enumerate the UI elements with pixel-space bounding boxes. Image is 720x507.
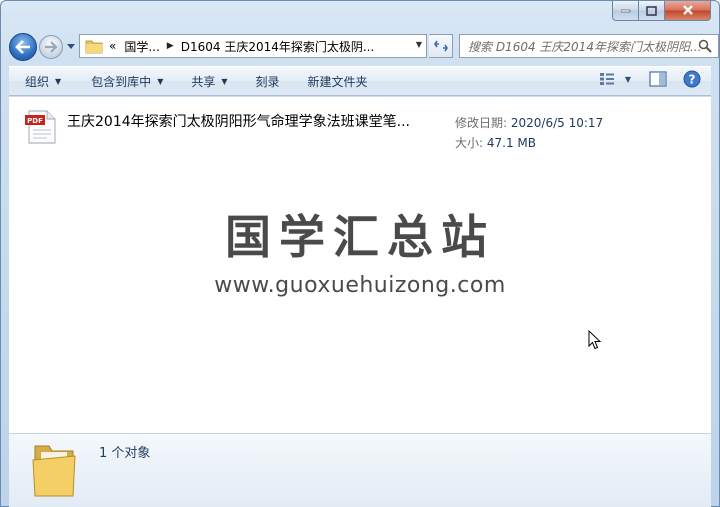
organize-button[interactable]: 组织 ▼ [9,69,71,93]
close-icon [682,5,693,15]
watermark: 国学汇总站 www.guoxuehuizong.com [9,201,711,298]
search-icon[interactable] [698,39,712,53]
include-in-library-button[interactable]: 包含到库中 ▼ [81,69,173,93]
address-bar[interactable]: « 国学... ▶ D1604 王庆2014年探索门太极阴... ▼ [79,34,427,58]
chevron-down-icon: ▼ [221,76,228,86]
modified-value: 2020/6/5 10:17 [510,116,604,130]
search-placeholder: 搜索 D1604 王庆2014年探索门太极阴阳... [468,39,702,54]
size-value: 47.1 MB [486,136,536,150]
back-arrow-icon [15,40,30,54]
breadcrumb-overflow[interactable]: « [109,39,116,53]
chevron-down-icon [67,44,75,49]
forward-button[interactable] [39,35,63,59]
file-list-pane[interactable]: PDF 王庆2014年探索门太极阴阳形气命理学象法班课堂笔... 修改日期: 2… [9,97,711,433]
chevron-down-icon: ▼ [157,76,164,86]
chevron-down-icon: ▼ [55,76,62,86]
back-button[interactable] [9,33,37,61]
view-controls: ▼ ? [599,70,701,88]
search-input[interactable]: 搜索 D1604 王庆2014年探索门太极阴阳... [459,34,719,58]
address-dropdown-icon[interactable]: ▼ [416,40,422,49]
chevron-down-icon[interactable]: ▼ [625,75,631,84]
refresh-icon [433,40,448,52]
file-meta: 修改日期: 2020/6/5 10:17 大小: 47.1 MB [455,113,603,153]
command-bar: 组织 ▼ 包含到库中 ▼ 共享 ▼ 刻录 新建文件夹 ▼ ? [9,66,711,96]
file-name: 王庆2014年探索门太极阴阳形气命理学象法班课堂笔... [67,114,410,130]
close-button[interactable] [665,1,711,21]
file-item[interactable]: PDF 王庆2014年探索门太极阴阳形气命理学象法班课堂笔... 修改日期: 2… [25,105,605,150]
details-pane: 1 个对象 [9,433,711,507]
burn-button[interactable]: 刻录 [246,69,290,93]
share-button[interactable]: 共享 ▼ [181,69,237,93]
watermark-url: www.guoxuehuizong.com [214,273,506,298]
change-view-button[interactable]: ▼ [599,72,631,86]
breadcrumb: « 国学... ▶ D1604 王庆2014年探索门太极阴... [103,38,374,55]
organize-label: 组织 [25,74,50,89]
watermark-title: 国学汇总站 [225,210,495,264]
share-label: 共享 [191,74,216,89]
folder-icon [85,40,103,54]
preview-pane-icon[interactable] [649,71,667,87]
breadcrumb-separator-icon[interactable]: ▶ [167,41,174,51]
pdf-badge-text: PDF [27,117,43,125]
recent-pages-dropdown[interactable] [65,37,77,57]
caption-buttons [612,1,711,21]
item-count: 1 个对象 [99,446,151,461]
svg-text:?: ? [689,73,696,87]
maximize-button[interactable] [639,1,665,21]
forward-arrow-icon [45,41,58,53]
include-in-library-label: 包含到库中 [91,74,152,89]
minimize-button[interactable] [612,1,639,21]
help-icon[interactable]: ? [683,70,701,88]
navigation-bar: « 国学... ▶ D1604 王庆2014年探索门太极阴... ▼ 搜索 D1… [9,31,719,63]
mouse-cursor-icon [588,330,602,350]
view-list-icon [599,73,614,85]
explorer-window: « 国学... ▶ D1604 王庆2014年探索门太极阴... ▼ 搜索 D1… [0,0,720,507]
pdf-file-icon: PDF [25,110,56,144]
modified-label: 修改日期: [455,116,508,130]
minimize-icon [620,9,630,12]
refresh-button[interactable] [429,34,453,58]
burn-label: 刻录 [255,74,280,89]
new-folder-label: 新建文件夹 [307,74,368,89]
breadcrumb-item-current[interactable]: D1604 王庆2014年探索门太极阴... [181,38,375,55]
size-label: 大小: [455,136,484,150]
maximize-icon [646,5,657,16]
new-folder-button[interactable]: 新建文件夹 [298,69,378,93]
folder-icon [32,445,76,497]
breadcrumb-item-guoxue[interactable]: 国学... [124,38,159,55]
